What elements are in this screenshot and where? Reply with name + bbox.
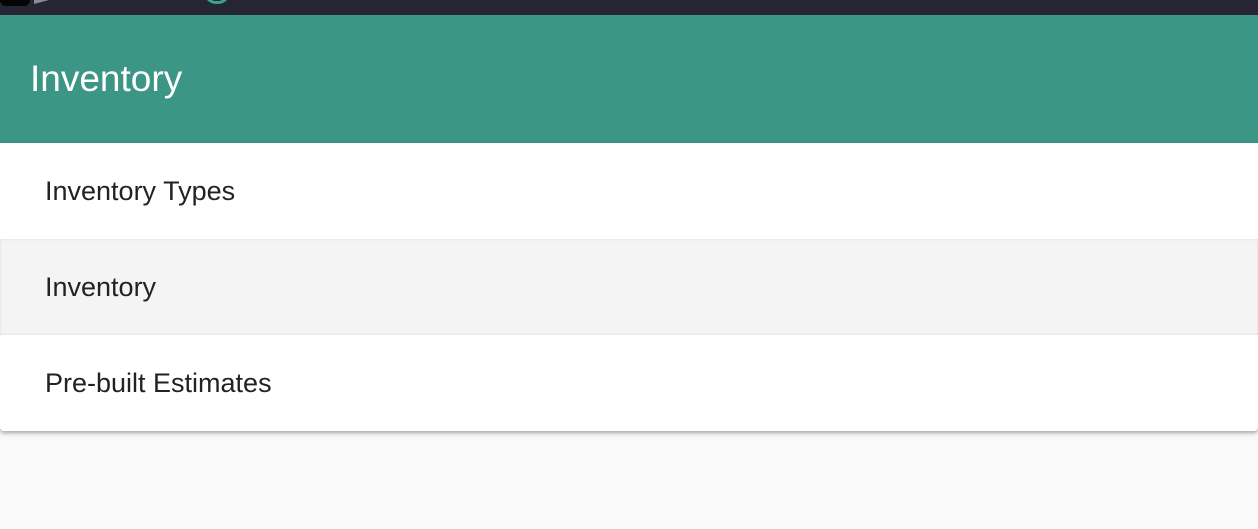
menu-item-pre-built-estimates[interactable]: Pre-built Estimates (0, 335, 1258, 431)
menu-item-label: Inventory (45, 272, 157, 302)
menu-item-inventory-types[interactable]: Inventory Types (0, 143, 1258, 239)
menu-item-label: Inventory Types (45, 176, 236, 206)
logo-wing-icon (34, 0, 64, 4)
app-top-bar (0, 0, 1258, 15)
page-title: Inventory (30, 58, 183, 99)
app-logo-icon[interactable] (0, 0, 30, 6)
menu-item-inventory[interactable]: Inventory (0, 239, 1258, 335)
page-header: Inventory (0, 15, 1258, 143)
menu-item-label: Pre-built Estimates (45, 368, 272, 398)
logo-accent-icon (204, 0, 230, 4)
inventory-menu: Inventory Types Inventory Pre-built Esti… (0, 143, 1258, 431)
